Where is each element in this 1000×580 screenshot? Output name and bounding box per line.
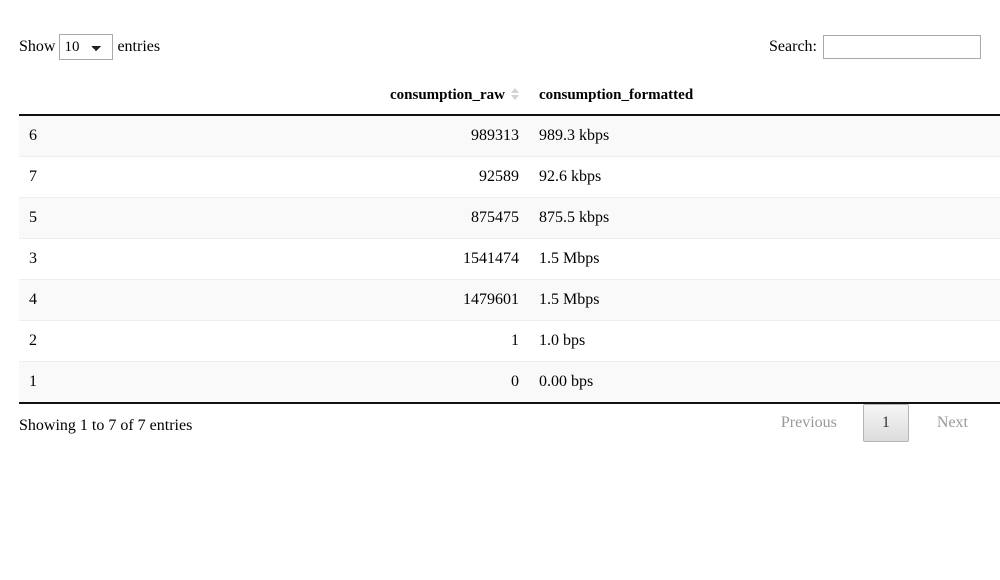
cell-consumption-raw: 1479601 <box>379 279 529 321</box>
page-length-label: Show102550100entries <box>19 33 160 61</box>
cell-consumption-formatted: 875.5 kbps <box>529 197 1000 239</box>
table-head: consumption_raw consumption_formatted <box>19 79 1000 116</box>
datatable-footer: Showing 1 to 7 of 7 entries Previous 1 N… <box>19 404 981 454</box>
table-info: Showing 1 to 7 of 7 entries <box>19 417 193 434</box>
cell-consumption-raw: 875475 <box>379 197 529 239</box>
cell-consumption-raw: 1541474 <box>379 238 529 280</box>
column-header-consumption-raw-label: consumption_raw <box>389 87 505 103</box>
search-control: Search: <box>769 33 981 61</box>
cell-id: 4 <box>19 279 379 321</box>
cell-consumption-formatted: 1.5 Mbps <box>529 279 1000 321</box>
pagination-page-1-button[interactable]: 1 <box>862 404 909 442</box>
cell-id: 2 <box>19 320 379 362</box>
table-row[interactable]: 3 1541474 1.5 Mbps <box>19 238 1000 280</box>
column-header-id[interactable] <box>19 79 379 116</box>
table-row[interactable]: 2 1 1.0 bps <box>19 320 1000 362</box>
cell-consumption-formatted: 1.0 bps <box>529 320 1000 362</box>
search-label: Search: <box>769 38 817 55</box>
consumption-table: consumption_raw consumption_formatted 69… <box>19 79 1000 404</box>
table-row[interactable]: 7 92589 92.6 kbps <box>19 156 1000 198</box>
table-header-row: consumption_raw consumption_formatted <box>19 79 1000 116</box>
sort-descending-triangle-icon <box>510 95 519 100</box>
table-body: 6 989313 989.3 kbps 7 92589 92.6 kbps 5 875475 8… <box>19 115 1000 404</box>
pagination-next-button[interactable]: Next <box>924 407 981 439</box>
table-row[interactable]: 4 1479601 1.5 Mbps <box>19 279 1000 321</box>
cell-consumption-raw: 92589 <box>379 156 529 198</box>
page-length-control: Show102550100entries <box>19 33 160 61</box>
cell-id: 3 <box>19 238 379 280</box>
column-header-consumption-formatted-label: consumption_formatted <box>539 87 694 103</box>
pagination: Previous 1 Next <box>766 404 981 442</box>
cell-id: 1 <box>19 361 379 404</box>
cell-consumption-raw: 989313 <box>379 115 529 157</box>
datatable-wrapper: Show102550100entries Search: consumption… <box>19 0 1000 454</box>
cell-consumption-raw: 1 <box>379 320 529 362</box>
cell-id: 5 <box>19 197 379 239</box>
table-row[interactable]: 1 0 0.00 bps <box>19 361 1000 404</box>
column-header-consumption-raw[interactable]: consumption_raw <box>379 79 529 116</box>
datatable-toolbar: Show102550100entries Search: <box>19 33 981 71</box>
cell-id: 7 <box>19 156 379 198</box>
page-length-prefix-text: Show <box>19 38 56 55</box>
pagination-previous-button[interactable]: Previous <box>768 407 850 439</box>
search-input[interactable] <box>823 35 981 60</box>
table-row[interactable]: 5 875475 875.5 kbps <box>19 197 1000 239</box>
page-length-suffix-text: entries <box>117 38 161 55</box>
cell-id: 6 <box>19 115 379 157</box>
sort-both-icon <box>510 88 519 100</box>
search-label-wrap: Search: <box>769 35 981 60</box>
cell-consumption-formatted: 1.5 Mbps <box>529 238 1000 280</box>
column-header-consumption-formatted[interactable]: consumption_formatted <box>529 79 1000 116</box>
cell-consumption-raw: 0 <box>379 361 529 404</box>
sort-ascending-triangle-icon <box>510 88 519 93</box>
cell-consumption-formatted: 0.00 bps <box>529 361 1000 404</box>
cell-consumption-formatted: 92.6 kbps <box>529 156 1000 198</box>
table-row[interactable]: 6 989313 989.3 kbps <box>19 115 1000 157</box>
page-length-select[interactable]: 102550100 <box>59 34 114 61</box>
cell-consumption-formatted: 989.3 kbps <box>529 115 1000 157</box>
